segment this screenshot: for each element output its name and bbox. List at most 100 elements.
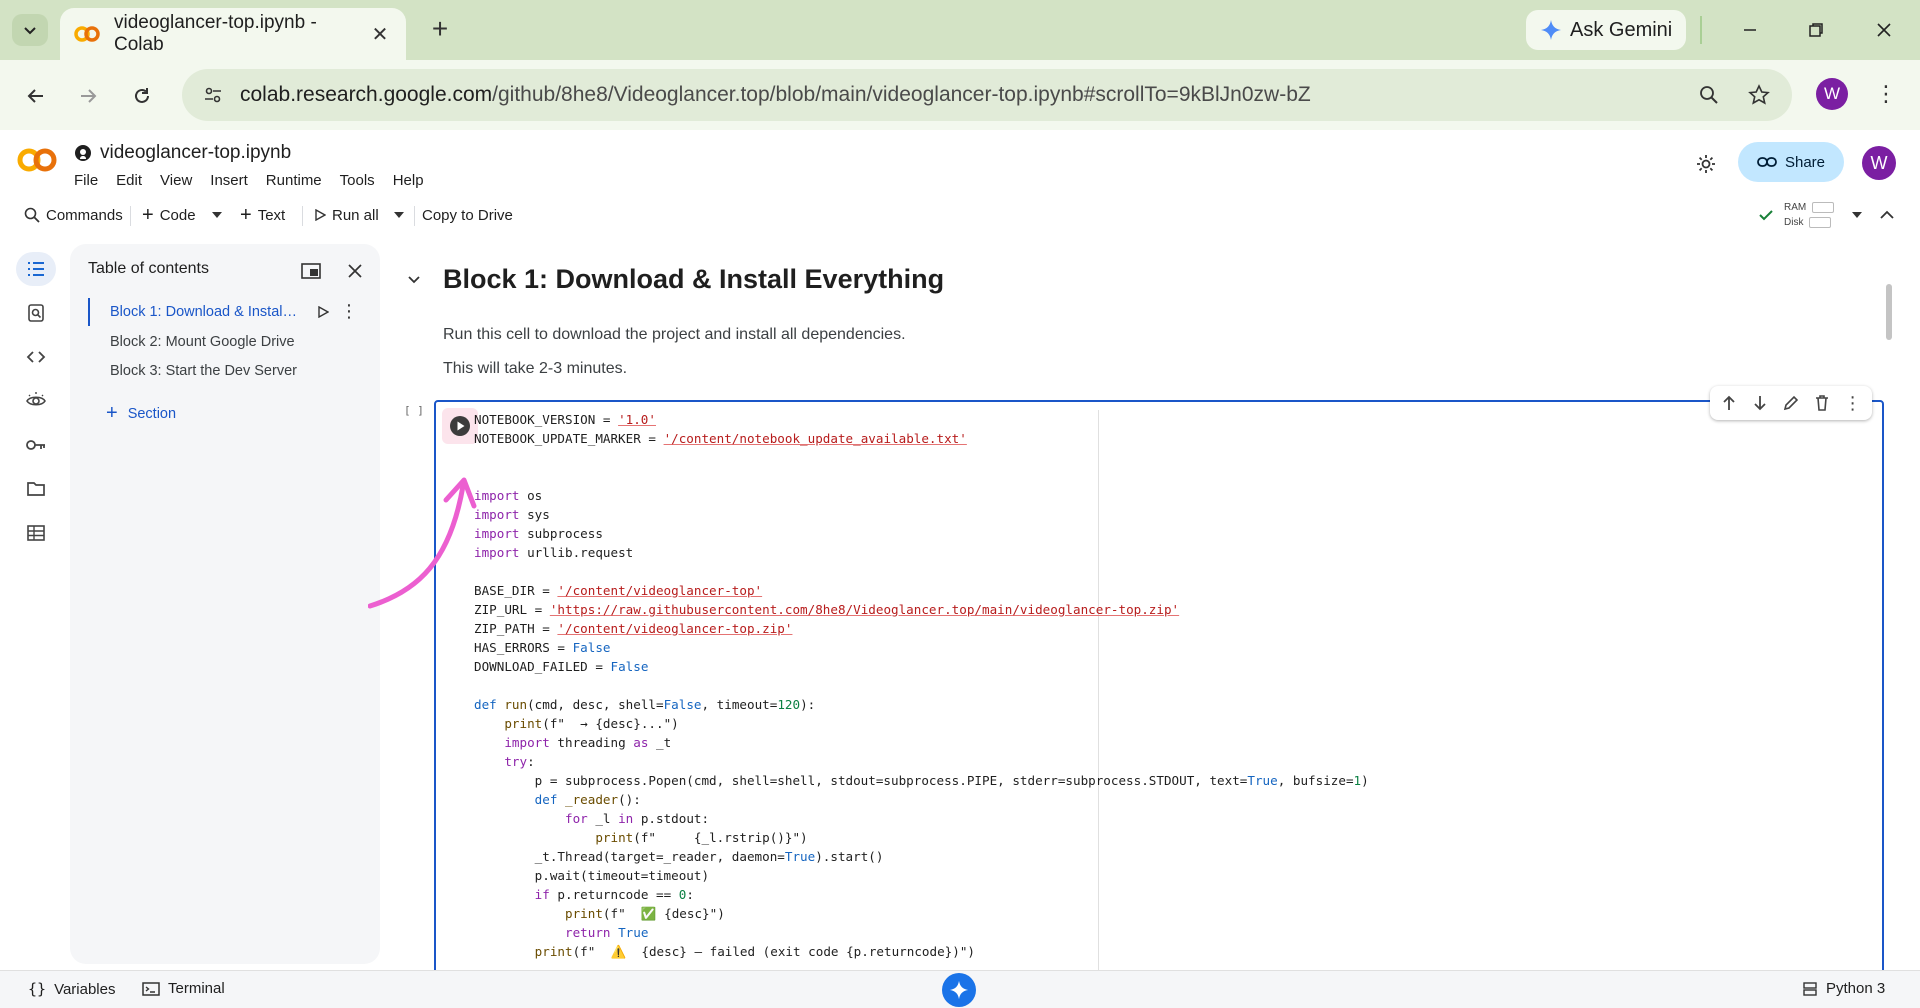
collapse-section-icon[interactable] [404, 270, 424, 290]
play-icon [315, 209, 326, 221]
run-all-dropdown[interactable] [388, 200, 410, 230]
menu-edit[interactable]: Edit [116, 172, 142, 189]
key-rail-button[interactable] [16, 428, 56, 462]
run-all-button[interactable]: Run all [308, 200, 385, 230]
markdown-text: Run this cell to download the project an… [443, 326, 906, 343]
caret-down-icon [394, 212, 404, 218]
ask-gemini-button[interactable]: Ask Gemini [1526, 10, 1686, 50]
code-cell[interactable]: ⋮ NOTEBOOK_VERSION = '1.0' NOTEBOOK_UPDA… [434, 386, 1884, 970]
resource-monitor[interactable]: RAM Disk [1784, 200, 1835, 230]
close-tab-icon[interactable]: ✕ [368, 22, 392, 47]
commands-button[interactable]: Commands [18, 200, 129, 230]
site-settings-icon[interactable] [198, 80, 228, 110]
code-dropdown[interactable] [206, 200, 228, 230]
new-tab-button[interactable]: + [424, 14, 456, 46]
minimize-icon[interactable] [1730, 14, 1770, 46]
notebook-title-row: videoglancer-top.ipynb [74, 142, 291, 164]
secrets-rail-button[interactable] [16, 384, 56, 418]
settings-gear-icon[interactable] [1690, 148, 1722, 180]
close-window-icon[interactable] [1864, 14, 1904, 46]
add-text-button[interactable]: + Text [234, 200, 291, 230]
runtime-dropdown[interactable] [1846, 200, 1868, 230]
add-code-button[interactable]: + Code [136, 200, 202, 230]
menu-file[interactable]: File [74, 172, 98, 189]
variables-button[interactable]: {} Variables [28, 980, 115, 998]
colab-header: videoglancer-top.ipynb File Edit View In… [0, 130, 1920, 196]
divider [414, 206, 415, 226]
run-section-icon[interactable] [314, 303, 332, 321]
code-editor[interactable]: NOTEBOOK_VERSION = '1.0' NOTEBOOK_UPDATE… [474, 410, 1369, 961]
reload-icon[interactable] [126, 80, 158, 112]
run-all-label: Run all [332, 206, 379, 224]
plus-icon: + [106, 402, 118, 424]
find-in-page-icon [28, 304, 44, 322]
toc-item-block-2[interactable]: Block 2: Mount Google Drive [88, 328, 362, 356]
open-in-tab-icon[interactable] [298, 258, 324, 284]
run-cell-button[interactable] [442, 408, 478, 444]
share-button[interactable]: Share [1738, 142, 1844, 182]
tab-search-button[interactable] [12, 14, 48, 46]
more-vert-icon[interactable]: ⋮ [340, 301, 358, 323]
browser-profile-avatar[interactable]: W [1816, 78, 1848, 110]
move-down-icon[interactable] [1748, 391, 1772, 415]
colab-logo[interactable] [16, 146, 58, 174]
back-icon[interactable] [20, 80, 52, 112]
terminal-icon [142, 981, 160, 996]
browser-tab-bar: videoglancer-top.ipynb - Colab ✕ + Ask G… [0, 0, 1920, 60]
notebook-toolbar: Commands + Code + Text Run all Copy to D… [0, 196, 1920, 234]
scrollbar[interactable] [1886, 284, 1892, 340]
add-section-button[interactable]: + Section [106, 402, 176, 425]
folder-icon [27, 482, 45, 496]
menu-tools[interactable]: Tools [340, 172, 375, 189]
url-host: colab.research.google.com [240, 83, 493, 106]
move-up-icon[interactable] [1717, 391, 1741, 415]
link-icon [1757, 157, 1777, 167]
edit-icon[interactable] [1779, 391, 1803, 415]
notebook-name[interactable]: videoglancer-top.ipynb [100, 142, 291, 164]
colab-favicon-icon [74, 26, 100, 42]
user-avatar[interactable]: W [1862, 146, 1896, 180]
data-table-rail-button[interactable] [16, 516, 56, 550]
divider [302, 206, 303, 226]
execution-count: [ ] [404, 404, 424, 417]
restore-icon[interactable] [1796, 14, 1836, 46]
menu-view[interactable]: View [160, 172, 192, 189]
collapse-header-icon[interactable] [1874, 200, 1900, 230]
menu-help[interactable]: Help [393, 172, 424, 189]
toc-item-block-1[interactable]: Block 1: Download & Install Everything ⋮ [88, 298, 362, 326]
close-panel-icon[interactable] [342, 258, 368, 284]
code-label: Code [159, 206, 196, 224]
toc-item-label: Block 1: Download & Install Everything [110, 304, 300, 320]
notebook-main: Block 1: Download & Install Everything R… [384, 234, 1904, 970]
zoom-icon[interactable] [1694, 80, 1724, 110]
url-omnibox[interactable]: colab.research.google.com/github/8he8/Vi… [182, 69, 1792, 121]
find-replace-rail-button[interactable] [16, 296, 56, 330]
commands-label: Commands [46, 206, 123, 224]
active-tab[interactable]: videoglancer-top.ipynb - Colab ✕ [60, 8, 406, 60]
gemini-sparkle-icon [1541, 20, 1561, 40]
gemini-fab-button[interactable] [942, 973, 976, 1007]
code-snippets-rail-button[interactable] [16, 340, 56, 374]
menu-runtime[interactable]: Runtime [266, 172, 322, 189]
terminal-button[interactable]: Terminal [142, 980, 225, 997]
delete-icon[interactable] [1810, 391, 1834, 415]
toc-panel: Table of contents Block 1: Download & In… [70, 244, 380, 964]
browser-menu-icon[interactable]: ⋮ [1874, 78, 1898, 110]
menu-insert[interactable]: Insert [210, 172, 248, 189]
runtime-label: Python 3 [1826, 980, 1886, 997]
markdown-text: This will take 2-3 minutes. [443, 360, 628, 377]
forward-icon[interactable] [72, 80, 104, 112]
plus-icon: + [142, 203, 154, 226]
side-rail [0, 234, 70, 970]
toc-title: Table of contents [88, 260, 209, 277]
copy-to-drive-button[interactable]: Copy to Drive [416, 200, 519, 230]
bookmark-star-icon[interactable] [1744, 80, 1774, 110]
more-vert-icon[interactable]: ⋮ [1841, 391, 1865, 415]
copy-to-drive-label: Copy to Drive [422, 206, 513, 224]
files-rail-button[interactable] [16, 472, 56, 506]
toc-rail-button[interactable] [16, 252, 56, 286]
toc-item-block-3[interactable]: Block 3: Start the Dev Server [88, 357, 362, 385]
cell-toolbar: ⋮ [1710, 386, 1872, 420]
terminal-label: Terminal [168, 980, 225, 997]
runtime-type-button[interactable]: Python 3 [1802, 980, 1885, 997]
